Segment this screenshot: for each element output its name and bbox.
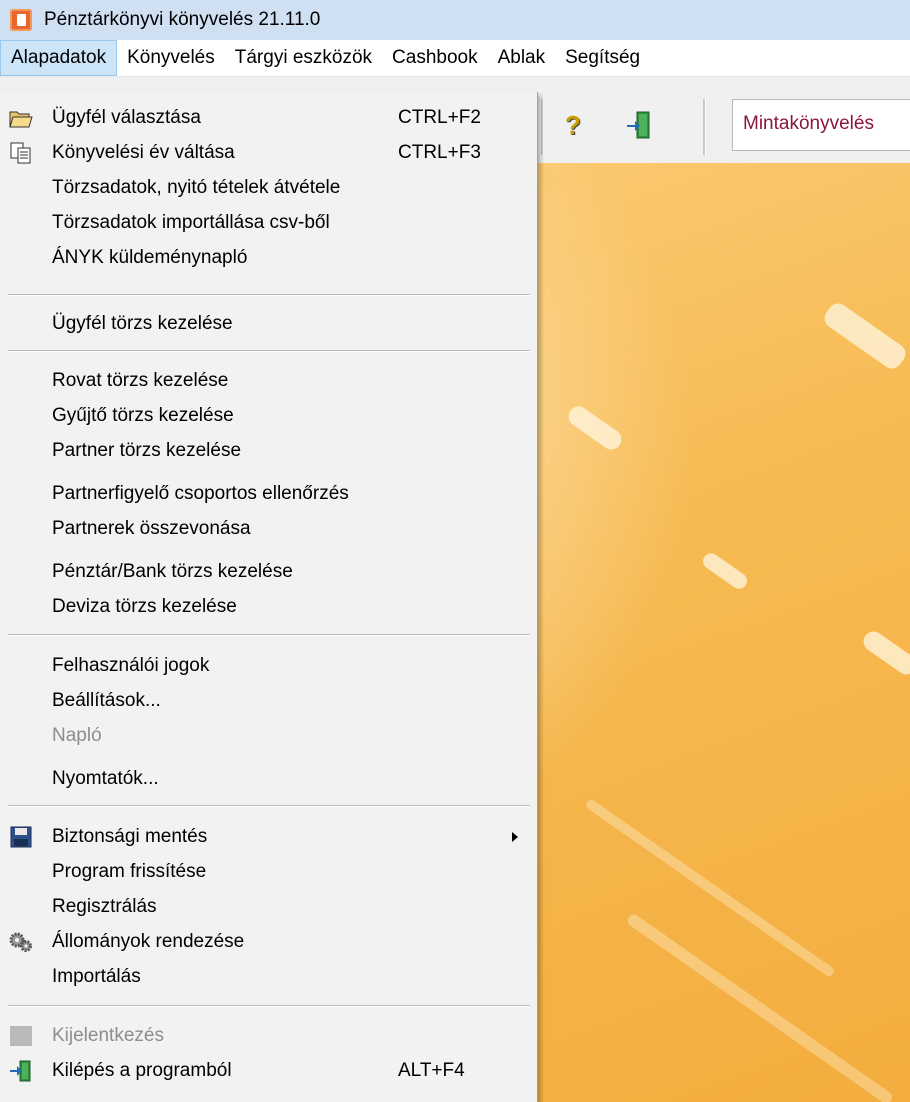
alapadatok-dropdown-menu: Ügyfél választása CTRL+F2 Könyvelési év … <box>0 92 538 1102</box>
gears-icon <box>9 931 33 953</box>
menu-item-penztar-bank-torzs[interactable]: Pénztár/Bank törzs kezelése <box>0 555 536 589</box>
copy-documents-icon <box>9 142 33 164</box>
menu-item-regisztralas[interactable]: Regisztrálás <box>0 890 536 924</box>
menu-konyveles[interactable]: Könyvelés <box>117 40 225 76</box>
menu-item-ugyfel-torzs[interactable]: Ügyfél törzs kezelése <box>0 307 536 341</box>
menu-item-anyk-kuldemenynaplo[interactable]: ÁNYK küldeménynapló <box>0 241 536 275</box>
toolbar-separator <box>703 99 706 155</box>
menu-separator <box>8 294 530 296</box>
menu-alapadatok[interactable]: Alapadatok <box>0 40 118 76</box>
floppy-disk-icon <box>9 826 33 848</box>
open-folder-icon <box>9 107 33 129</box>
menu-item-partner-torzs[interactable]: Partner törzs kezelése <box>0 434 536 468</box>
menu-item-naplo: Napló <box>52 725 102 746</box>
menu-item-program-frissitese[interactable]: Program frissítése <box>0 855 536 889</box>
menu-ablak[interactable]: Ablak <box>488 40 556 76</box>
menu-separator <box>8 1005 530 1007</box>
menu-item-rovat-torzs[interactable]: Rovat törzs kezelése <box>0 364 536 398</box>
menu-segitseg[interactable]: Segítség <box>555 40 650 76</box>
menu-item-torzsadatok-importalasa[interactable]: Törzsadatok importállása csv-ből <box>0 206 536 240</box>
menu-item-torzsadatok-atvetele[interactable]: Törzsadatok, nyitó tételek átvétele <box>0 171 536 205</box>
menu-bar: Alapadatok Könyvelés Tárgyi eszközök Cas… <box>0 40 910 77</box>
menu-item-nyomtatok[interactable]: Nyomtatók... <box>0 762 536 796</box>
help-icon[interactable]: ? <box>565 110 591 140</box>
menu-separator <box>8 350 530 352</box>
menu-item-importalas[interactable]: Importálás <box>0 960 536 994</box>
menu-item-kijelentkezes: Kijelentkezés <box>0 1019 536 1053</box>
menu-item-allomanyok-rendezese[interactable]: Állományok rendezése <box>0 925 536 959</box>
menu-item-konyvelesi-ev-valtasa[interactable]: Könyvelési év váltása CTRL+F3 <box>0 136 536 170</box>
company-name-field[interactable]: Mintakönyvelés <box>732 99 910 151</box>
menu-item-partnerfigyelo[interactable]: Partnerfigyelő csoportos ellenőrzés <box>0 477 536 511</box>
menu-separator <box>8 634 530 636</box>
menu-cashbook[interactable]: Cashbook <box>382 40 488 76</box>
menu-separator <box>8 805 530 807</box>
menu-item-partnerek-osszevonasa[interactable]: Partnerek összevonása <box>0 512 536 546</box>
logout-icon <box>9 1025 33 1047</box>
submenu-arrow-icon <box>512 832 518 842</box>
menu-item-gyujto-torzs[interactable]: Gyűjtő törzs kezelése <box>0 399 536 433</box>
title-bar: Pénztárkönyvi könyvelés 21.11.0 <box>0 0 910 40</box>
menu-targyi-eszkozok[interactable]: Tárgyi eszközök <box>225 40 382 76</box>
menu-item-kilepes[interactable]: Kilépés a programból ALT+F4 <box>0 1054 536 1088</box>
menu-item-deviza-torzs[interactable]: Deviza törzs kezelése <box>0 590 536 624</box>
exit-door-icon[interactable] <box>625 110 653 140</box>
exit-door-icon <box>9 1060 33 1082</box>
menu-item-biztonsagi-mentes[interactable]: Biztonsági mentés <box>0 820 536 854</box>
toolbar-separator <box>541 99 544 155</box>
menu-item-beallitasok[interactable]: Beállítások... <box>0 684 536 718</box>
menu-item-felhasznaloi-jogok[interactable]: Felhasználói jogok <box>0 649 536 683</box>
app-logo-icon <box>10 9 32 31</box>
menu-item-ugyfel-valasztasa[interactable]: Ügyfél választása CTRL+F2 <box>0 101 536 135</box>
window-title: Pénztárkönyvi könyvelés 21.11.0 <box>44 9 321 30</box>
